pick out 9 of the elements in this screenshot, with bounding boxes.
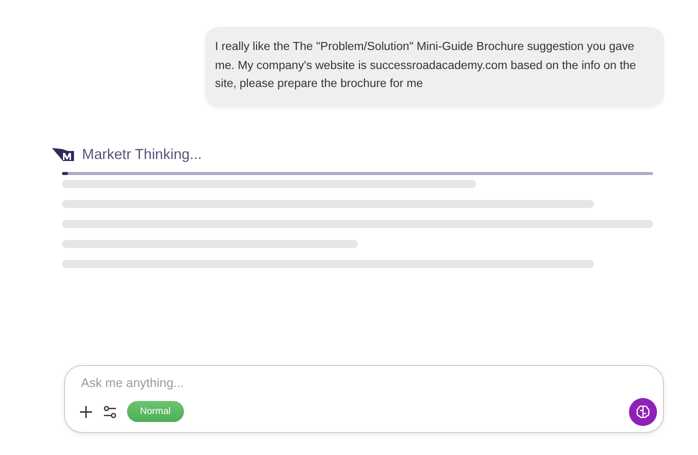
thinking-status: Marketr Thinking... — [82, 146, 202, 162]
brain-icon — [635, 404, 651, 420]
mode-button[interactable]: Normal — [127, 401, 184, 422]
settings-icon[interactable] — [103, 404, 117, 418]
message-text: I really like the The "Problem/Solution" Mini-Guide Brochure suggestion you gave me. My company's website is successroadacademy.com based on the info on the site, please prepare the brochure for me — [215, 39, 638, 92]
logo-icon — [52, 146, 76, 162]
add-icon[interactable] — [79, 404, 93, 418]
brain-button[interactable] — [629, 398, 657, 426]
chat-input[interactable]: Ask me anything... Normal — [64, 364, 664, 432]
